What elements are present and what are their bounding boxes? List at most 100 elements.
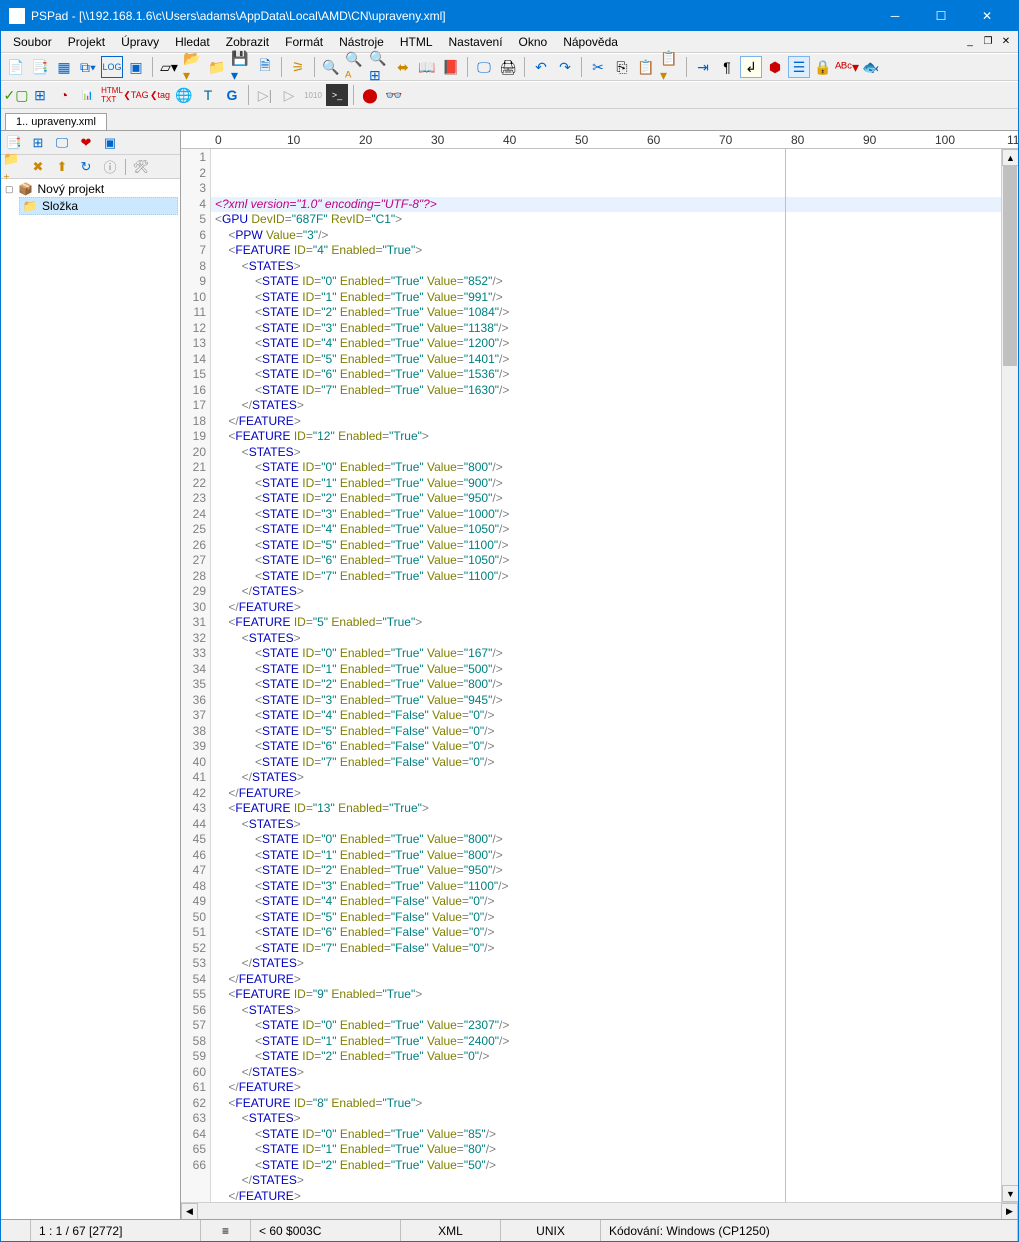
book2-icon[interactable]: 📕 (440, 56, 462, 78)
menu-okno[interactable]: Okno (511, 33, 556, 51)
vertical-scrollbar[interactable]: ▲ ▼ (1001, 149, 1018, 1202)
code-line[interactable]: </FEATURE> (215, 1080, 1018, 1096)
menu-soubor[interactable]: Soubor (5, 33, 60, 51)
preview-icon[interactable]: 🖵 (473, 56, 495, 78)
code-line[interactable]: </STATES> (215, 398, 1018, 414)
code-line[interactable]: <STATE ID="7" Enabled="True" Value="1630… (215, 383, 1018, 399)
menu-úpravy[interactable]: Úpravy (113, 33, 167, 51)
file-tab[interactable]: 1.. upraveny.xml (5, 113, 107, 130)
search-icon[interactable]: 🔍 (320, 56, 342, 78)
tag-open-icon[interactable]: ❮TAG (125, 84, 147, 106)
code-line[interactable]: <STATE ID="1" Enabled="True" Value="80"/… (215, 1142, 1018, 1158)
record-icon[interactable]: ⬤ (359, 84, 381, 106)
tag-close-icon[interactable]: ❮tag (149, 84, 171, 106)
panel-windows-icon[interactable]: ▣ (99, 132, 121, 154)
glasses-icon[interactable]: 👓 (383, 84, 405, 106)
list-icon[interactable]: ☰ (788, 56, 810, 78)
code-line[interactable]: <STATE ID="4" Enabled="True" Value="1050… (215, 522, 1018, 538)
stats-icon[interactable]: 📊 (77, 84, 99, 106)
code-line[interactable]: </FEATURE> (215, 1189, 1018, 1203)
code-line[interactable]: <FEATURE ID="5" Enabled="True"> (215, 615, 1018, 631)
code-line[interactable]: <STATE ID="6" Enabled="False" Value="0"/… (215, 925, 1018, 941)
code-line[interactable]: <STATE ID="3" Enabled="True" Value="945"… (215, 693, 1018, 709)
code-line[interactable]: <STATE ID="0" Enabled="True" Value="85"/… (215, 1127, 1018, 1143)
scroll-thumb[interactable] (1003, 166, 1017, 366)
code-line[interactable]: <STATES> (215, 1111, 1018, 1127)
code-line[interactable]: <STATE ID="7" Enabled="False" Value="0"/… (215, 755, 1018, 771)
menu-hledat[interactable]: Hledat (167, 33, 218, 51)
project-tree[interactable]: ▢ 📦 Nový projekt 📁 Složka (1, 179, 180, 1219)
open-icon[interactable]: 📂▾ (182, 56, 204, 78)
copy-icon[interactable]: 📑 (29, 56, 51, 78)
panel-ftp-icon[interactable]: 🖵 (51, 132, 73, 154)
code-line[interactable]: </STATES> (215, 770, 1018, 786)
console-icon[interactable]: >_ (326, 84, 348, 106)
code-line[interactable]: <STATE ID="0" Enabled="True" Value="852"… (215, 274, 1018, 290)
goto-icon[interactable]: ⬌ (392, 56, 414, 78)
window-icon[interactable]: ▣ (125, 56, 147, 78)
pilcrow-icon[interactable]: ¶ (716, 56, 738, 78)
code-line[interactable]: <STATES> (215, 259, 1018, 275)
code-icon[interactable]: 1010 (302, 84, 324, 106)
code-line[interactable]: <STATE ID="0" Enabled="True" Value="800"… (215, 832, 1018, 848)
code-line[interactable]: <STATES> (215, 631, 1018, 647)
code-line[interactable]: <STATE ID="4" Enabled="True" Value="1200… (215, 336, 1018, 352)
proj-info-icon[interactable]: ⓘ (99, 156, 121, 178)
close-button[interactable]: ✕ (964, 1, 1010, 31)
wrap-icon[interactable]: ↲ (740, 56, 762, 78)
code-line[interactable]: <FEATURE ID="12" Enabled="True"> (215, 429, 1018, 445)
code-line[interactable]: <STATE ID="1" Enabled="True" Value="991"… (215, 290, 1018, 306)
code-line[interactable]: <STATE ID="4" Enabled="False" Value="0"/… (215, 708, 1018, 724)
find-files-icon[interactable]: 🔍⊞ (368, 56, 390, 78)
maximize-button[interactable]: ☐ (918, 1, 964, 31)
duplicate-icon[interactable]: ⧉▾ (77, 56, 99, 78)
folder-icon[interactable]: 📁 (206, 56, 228, 78)
code-line[interactable]: <STATE ID="2" Enabled="True" Value="950"… (215, 863, 1018, 879)
code-line[interactable]: <FEATURE ID="13" Enabled="True"> (215, 801, 1018, 817)
tree-project-root[interactable]: ▢ 📦 Nový projekt (3, 181, 178, 197)
code-line[interactable]: <STATE ID="2" Enabled="True" Value="50"/… (215, 1158, 1018, 1174)
code-line[interactable]: <STATE ID="5" Enabled="True" Value="1401… (215, 352, 1018, 368)
book-icon[interactable]: 📖 (416, 56, 438, 78)
chart-icon[interactable]: ◔ (53, 84, 75, 106)
new-file-icon[interactable]: 📄 (5, 56, 27, 78)
code-line[interactable]: <STATE ID="5" Enabled="True" Value="1100… (215, 538, 1018, 554)
log-icon[interactable]: LOG (101, 56, 123, 78)
code-line[interactable]: </STATES> (215, 1065, 1018, 1081)
code-line[interactable]: <STATE ID="7" Enabled="True" Value="1100… (215, 569, 1018, 585)
scroll-right-icon[interactable]: ▶ (1001, 1203, 1018, 1220)
code-area[interactable]: 1234567891011121314151617181920212223242… (181, 149, 1018, 1202)
menu-nastavení[interactable]: Nastavení (441, 33, 511, 51)
mdi-minimize[interactable]: _ (962, 34, 978, 50)
code-line[interactable]: <STATE ID="3" Enabled="True" Value="1138… (215, 321, 1018, 337)
text-icon[interactable]: T (197, 84, 219, 106)
copy2-icon[interactable]: ⎘ (611, 56, 633, 78)
menu-nápověda[interactable]: Nápověda (555, 33, 626, 51)
fish-icon[interactable]: 🐟 (860, 56, 882, 78)
proj-up-icon[interactable]: ⬆ (51, 156, 73, 178)
replace-icon[interactable]: 🔍ᴬ (344, 56, 366, 78)
code-line[interactable]: <STATE ID="0" Enabled="True" Value="167"… (215, 646, 1018, 662)
indent-icon[interactable]: ⇥ (692, 56, 714, 78)
code-line[interactable]: <STATE ID="2" Enabled="True" Value="0"/> (215, 1049, 1018, 1065)
code-line[interactable]: </FEATURE> (215, 414, 1018, 430)
proj-remove-icon[interactable]: ✖ (27, 156, 49, 178)
code-line[interactable]: <STATE ID="0" Enabled="True" Value="2307… (215, 1018, 1018, 1034)
status-eol[interactable]: UNIX (501, 1220, 601, 1241)
google-icon[interactable]: G (221, 84, 243, 106)
menu-projekt[interactable]: Projekt (60, 33, 113, 51)
code-line[interactable]: <FEATURE ID="8" Enabled="True"> (215, 1096, 1018, 1112)
code-line[interactable]: <STATE ID="1" Enabled="True" Value="500"… (215, 662, 1018, 678)
code-line[interactable]: </STATES> (215, 584, 1018, 600)
scroll-left-icon[interactable]: ◀ (181, 1203, 198, 1220)
code-line[interactable]: <STATE ID="2" Enabled="True" Value="1084… (215, 305, 1018, 321)
mdi-restore[interactable]: ❐ (980, 34, 996, 50)
new-icon[interactable]: ▱▾ (158, 56, 180, 78)
lock-icon[interactable]: 🔒 (812, 56, 834, 78)
undo-icon[interactable]: ↶ (530, 56, 552, 78)
code-line[interactable]: <?xml version="1.0" encoding="UTF-8"?> (211, 197, 1018, 213)
code-line[interactable]: <STATE ID="7" Enabled="False" Value="0"/… (215, 941, 1018, 957)
code-line[interactable]: </STATES> (215, 956, 1018, 972)
minimize-button[interactable]: ─ (872, 1, 918, 31)
menu-html[interactable]: HTML (392, 33, 441, 51)
